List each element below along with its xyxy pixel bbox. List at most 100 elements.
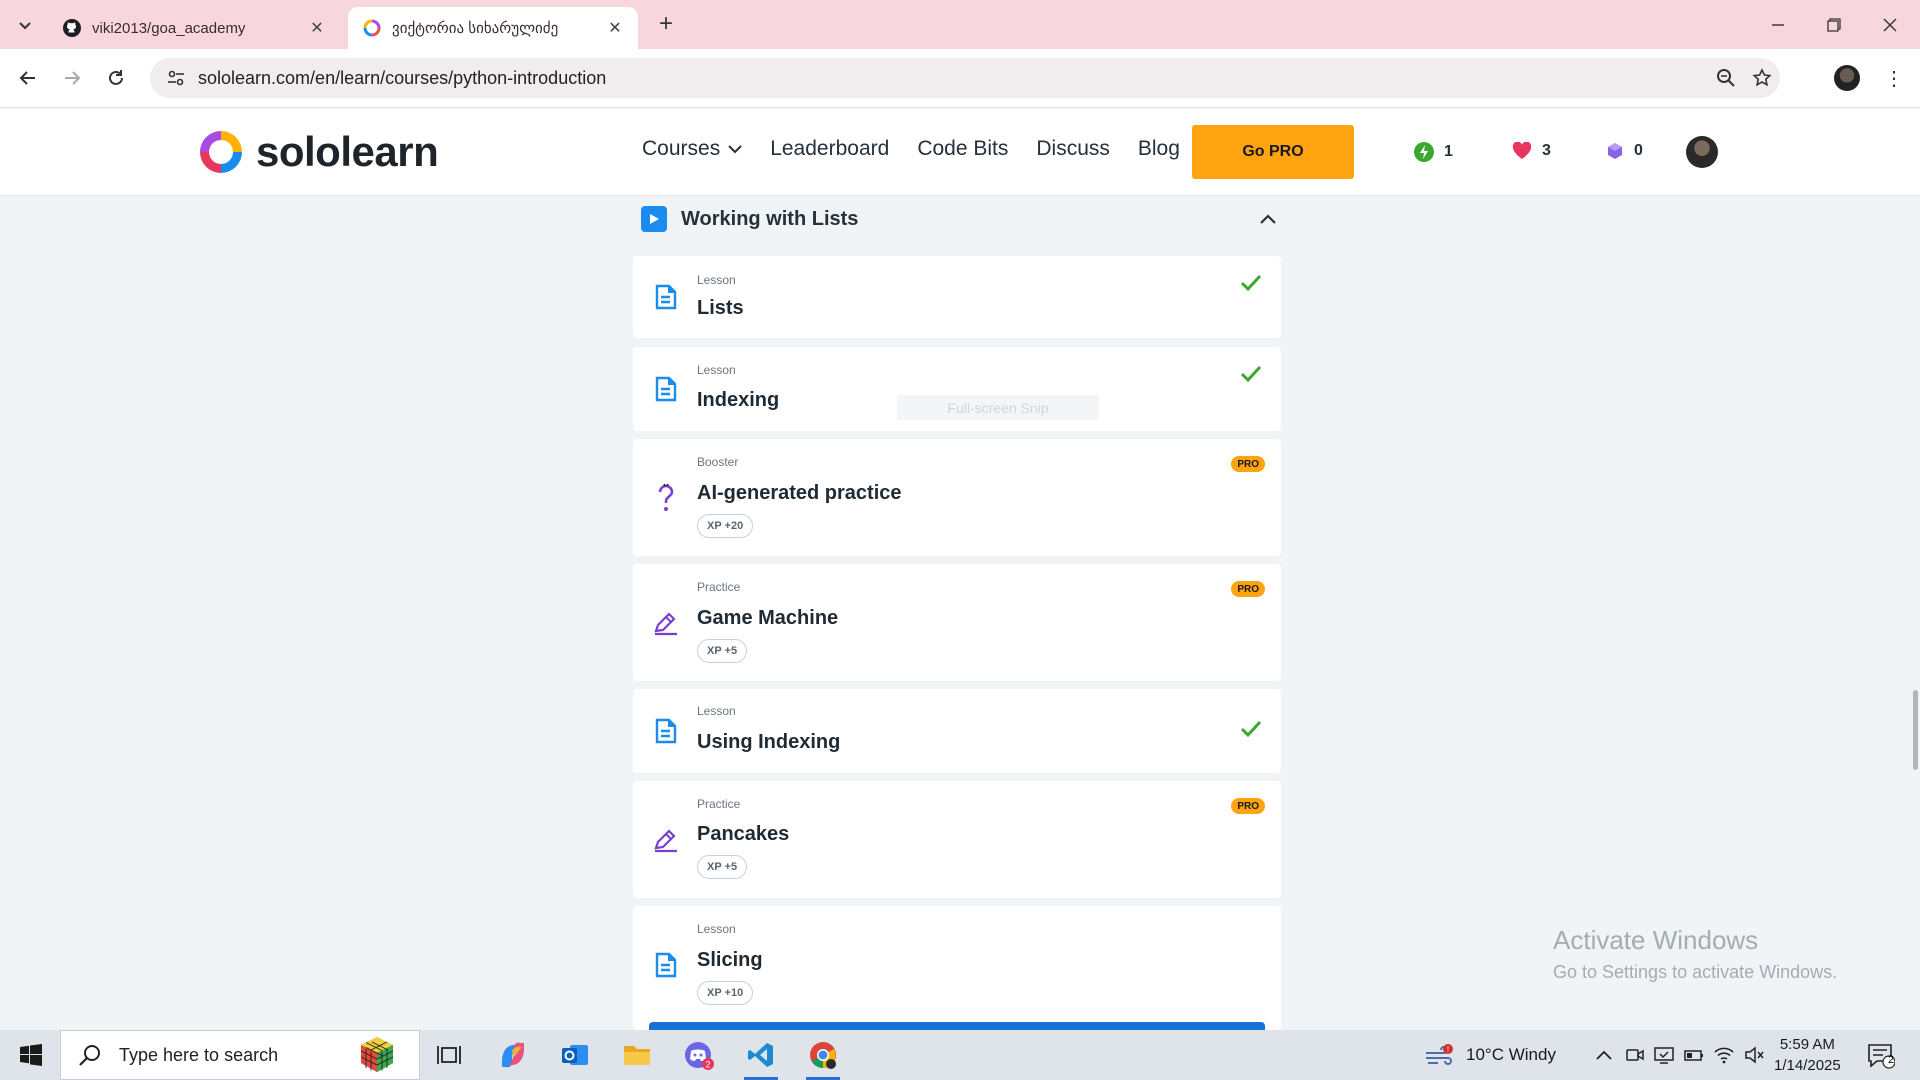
- weather-text: 10°C Windy: [1466, 1045, 1556, 1064]
- svg-text:!: !: [1447, 1045, 1449, 1054]
- copilot-icon: [502, 1042, 524, 1068]
- nav-code-bits[interactable]: Code Bits: [917, 137, 1008, 161]
- nav-blog[interactable]: Blog: [1138, 137, 1180, 161]
- weather-widget[interactable]: ! 10°C Windy: [1424, 1030, 1556, 1080]
- booster-card[interactable]: Booster AI-generated practice XP +20 PRO: [633, 439, 1281, 556]
- browser-toolbar: sololearn.com/en/learn/courses/python-in…: [0, 49, 1920, 108]
- gems-value: 0: [1634, 142, 1643, 159]
- taskbar-search-placeholder: Type here to search: [119, 1044, 279, 1065]
- gems-counter[interactable]: 0: [1606, 142, 1643, 160]
- outlook-icon: [562, 1045, 588, 1065]
- item-kind: Booster: [697, 455, 739, 469]
- close-tab-icon[interactable]: ✕: [606, 18, 624, 38]
- new-tab-button[interactable]: +: [652, 10, 680, 38]
- copilot-button[interactable]: [492, 1036, 534, 1074]
- file-explorer-button[interactable]: [616, 1036, 658, 1074]
- chrome-button[interactable]: [802, 1036, 844, 1080]
- arrow-left-icon: [19, 71, 35, 85]
- item-kind: Lesson: [697, 363, 736, 377]
- gem-icon: [1608, 143, 1622, 159]
- minimize-button[interactable]: [1758, 10, 1798, 40]
- practice-card[interactable]: Practice Pancakes XP +5 PRO: [633, 781, 1281, 898]
- item-name: Slicing: [697, 949, 763, 971]
- pro-badge: PRO: [1231, 456, 1265, 472]
- address-bar[interactable]: sololearn.com/en/learn/courses/python-in…: [150, 58, 1780, 98]
- check-icon: [1240, 274, 1262, 292]
- taskbar-search-box[interactable]: Type here to search: [60, 1030, 420, 1080]
- browser-tab-sololearn[interactable]: ვიქტორია სიხარულიძე ✕: [348, 7, 638, 49]
- clock-date: 1/14/2025: [1774, 1057, 1841, 1074]
- user-avatar[interactable]: [1686, 136, 1718, 168]
- nav-discuss[interactable]: Discuss: [1036, 137, 1110, 161]
- reload-button[interactable]: [100, 62, 132, 94]
- xp-badge: XP +5: [697, 855, 748, 879]
- lesson-card[interactable]: Lesson Slicing XP +10: [633, 906, 1281, 1030]
- chevron-up-icon[interactable]: [1594, 1047, 1614, 1063]
- item-kind: Lesson: [697, 922, 736, 936]
- notification-center-button[interactable]: 2: [1866, 1042, 1896, 1070]
- streak-counter[interactable]: 1: [1414, 142, 1453, 162]
- item-name: AI-generated practice: [697, 482, 902, 504]
- battery-icon[interactable]: [1684, 1047, 1704, 1063]
- start-button[interactable]: [10, 1038, 52, 1072]
- lesson-icon: [651, 950, 681, 980]
- wifi-icon[interactable]: [1714, 1046, 1734, 1064]
- browser-profile-avatar[interactable]: [1834, 65, 1860, 91]
- rubiks-cube-icon: [360, 1037, 394, 1072]
- sololearn-logo[interactable]: sololearn: [196, 127, 439, 177]
- url-text[interactable]: sololearn.com/en/learn/courses/python-in…: [198, 68, 1708, 89]
- activate-windows-title: Activate Windows: [1553, 925, 1759, 955]
- sololearn-icon: [363, 19, 381, 37]
- discord-button[interactable]: 2: [678, 1036, 720, 1074]
- practice-card[interactable]: Practice Game Machine XP +5 PRO: [633, 564, 1281, 681]
- display-icon[interactable]: [1654, 1046, 1674, 1064]
- page-scrollbar-thumb[interactable]: [1913, 690, 1918, 770]
- play-icon: [641, 206, 667, 232]
- vscode-button[interactable]: [740, 1036, 782, 1080]
- hearts-counter[interactable]: 3: [1512, 142, 1551, 160]
- sololearn-logo-icon: [200, 131, 242, 173]
- pro-badge: PRO: [1231, 581, 1265, 597]
- lesson-card[interactable]: Lesson Lists: [633, 256, 1281, 338]
- item-name: Using Indexing: [697, 731, 841, 753]
- meet-now-icon[interactable]: [1626, 1046, 1644, 1064]
- close-tab-icon[interactable]: ✕: [308, 18, 326, 38]
- bookmark-star-icon[interactable]: [1744, 60, 1780, 96]
- notification-count: 2: [1887, 1054, 1895, 1066]
- tab-search-dropdown[interactable]: [12, 12, 38, 38]
- discord-icon: 2: [685, 1042, 714, 1070]
- restore-button[interactable]: [1814, 10, 1854, 40]
- continue-button-edge[interactable]: [649, 1022, 1265, 1030]
- lesson-icon: [651, 282, 681, 312]
- nav-courses[interactable]: Courses: [642, 137, 742, 161]
- item-name: Indexing: [697, 389, 780, 411]
- search-icon: [77, 1042, 103, 1068]
- pro-badge: PRO: [1231, 798, 1265, 814]
- lesson-card[interactable]: Lesson Using Indexing: [633, 689, 1281, 773]
- activate-windows-subtitle: Go to Settings to activate Windows.: [1553, 962, 1838, 982]
- site-settings-icon[interactable]: [164, 66, 188, 90]
- outlook-button[interactable]: [554, 1036, 596, 1074]
- restore-icon: [1827, 18, 1841, 32]
- svg-text:2: 2: [705, 1060, 710, 1070]
- forward-button[interactable]: [56, 62, 88, 94]
- logo-text: sololearn: [256, 128, 439, 175]
- browser-menu-icon[interactable]: ⋮: [1880, 63, 1908, 93]
- nav-leaderboard[interactable]: Leaderboard: [770, 137, 889, 161]
- zoom-icon[interactable]: [1708, 60, 1744, 96]
- go-pro-button[interactable]: Go PRO: [1192, 125, 1354, 179]
- module-header[interactable]: Working with Lists: [633, 199, 1283, 239]
- task-view-button[interactable]: [428, 1036, 470, 1074]
- xp-badge: XP +20: [697, 514, 754, 538]
- taskbar-clock[interactable]: 5:59 AM 1/14/2025: [1774, 1034, 1841, 1076]
- volume-muted-icon[interactable]: [1744, 1046, 1764, 1064]
- minimize-icon: [1772, 24, 1784, 26]
- clock-time: 5:59 AM: [1779, 1036, 1835, 1053]
- browser-tab-github[interactable]: viki2013/goa_academy ✕: [48, 7, 340, 49]
- collapse-chevron-up-icon[interactable]: [1253, 204, 1283, 234]
- back-button[interactable]: [12, 62, 44, 94]
- browser-tab-bar: viki2013/goa_academy ✕ ვიქტორია სიხარული…: [0, 0, 1920, 49]
- xp-badge: XP +5: [697, 639, 748, 663]
- item-name: Pancakes: [697, 823, 790, 845]
- close-window-button[interactable]: [1870, 10, 1910, 40]
